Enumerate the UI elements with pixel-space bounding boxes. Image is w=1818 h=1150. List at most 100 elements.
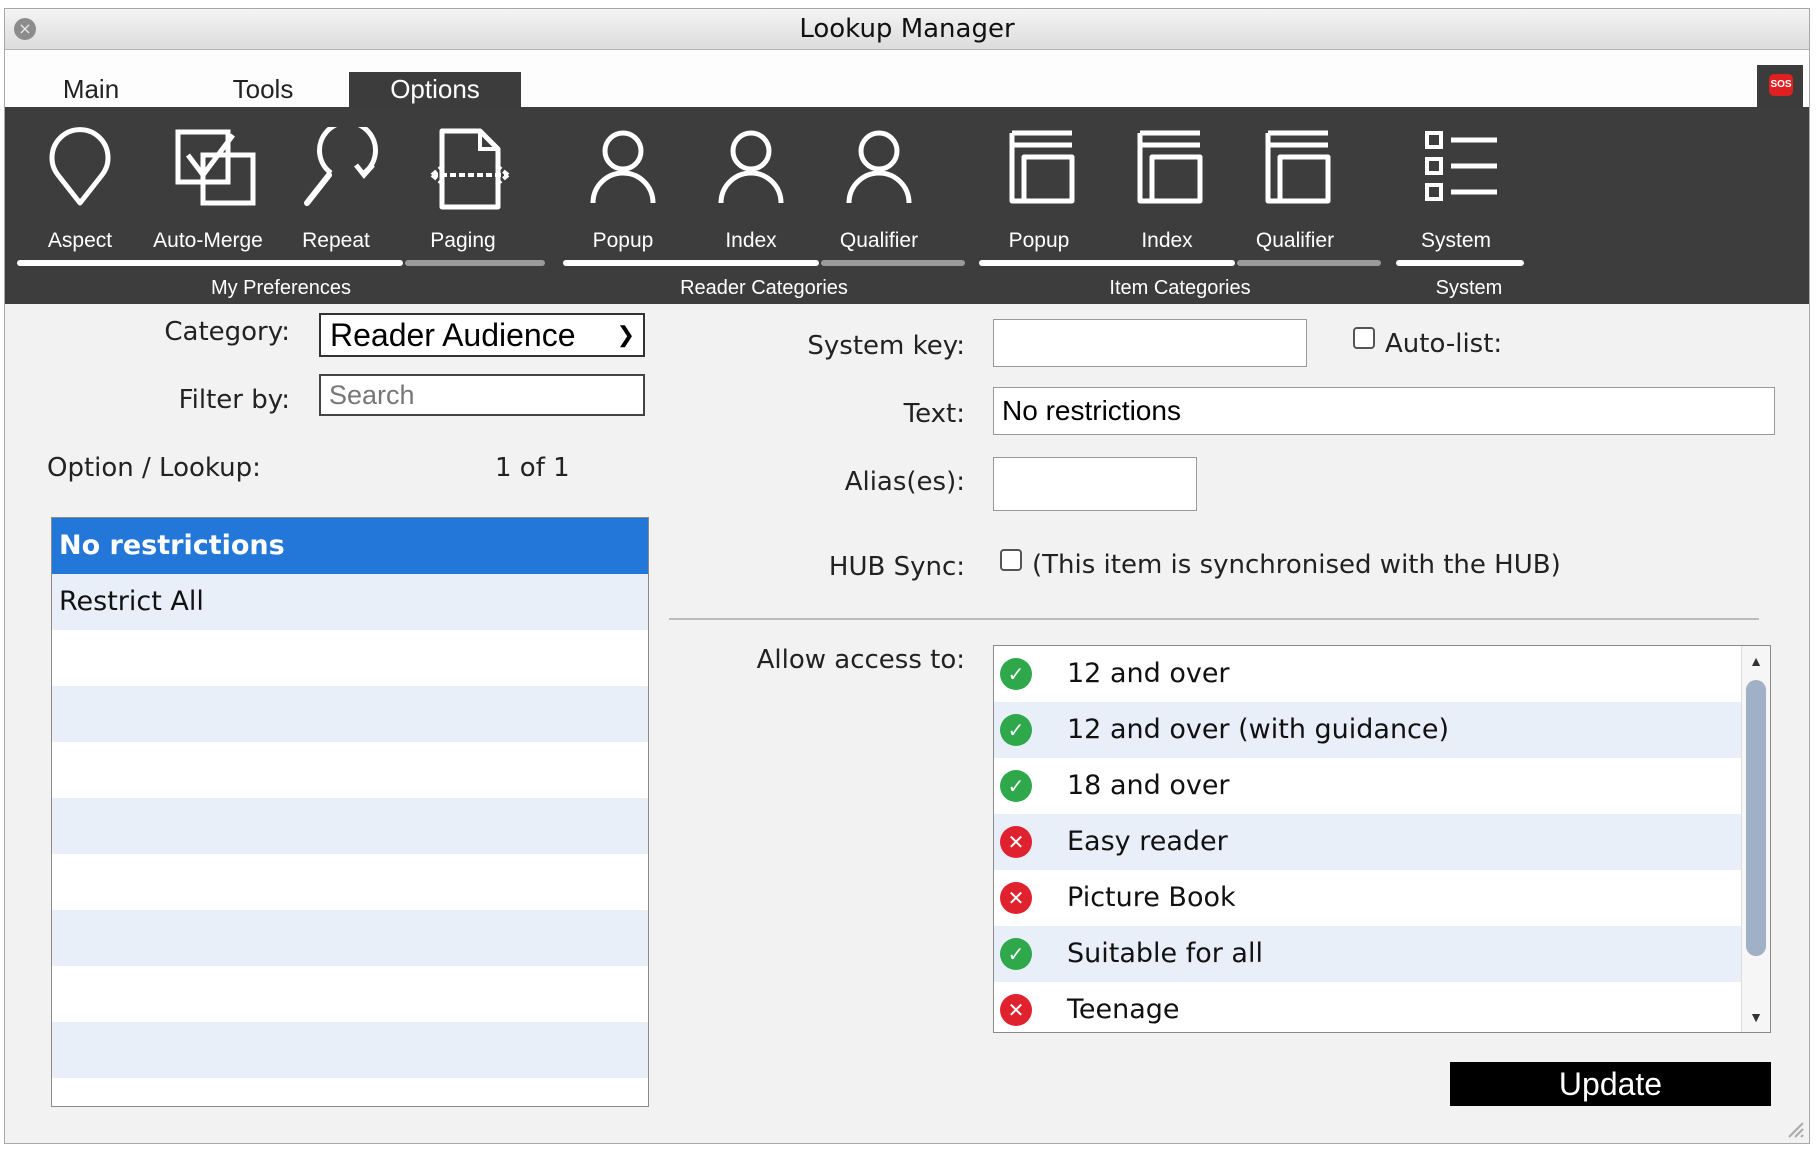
alias-label: Alias(es): (844, 467, 965, 497)
empty-list-row (52, 742, 648, 798)
sos-icon: SOS (1769, 74, 1793, 96)
reader-categories-group-divider (563, 260, 819, 266)
item-qualifier-divider (1237, 260, 1381, 266)
option-lookup-list[interactable]: No restrictions Restrict All (51, 517, 649, 1107)
reader-index-label: Index (725, 229, 777, 252)
allowed-check-icon[interactable]: ✓ (1000, 770, 1032, 802)
item-qualifier-label: Qualifier (1255, 229, 1335, 252)
system-label: System (1420, 229, 1491, 252)
search-input[interactable] (319, 374, 645, 416)
access-list-item[interactable]: ✕ Picture Book (994, 870, 1742, 926)
empty-list-row (52, 1022, 648, 1078)
item-index-label: Index (1141, 229, 1193, 252)
lookup-manager-window: × Lookup Manager Main Tools Options SOS … (4, 8, 1810, 1144)
reader-popup-label: Popup (592, 229, 654, 252)
group-system: System (1435, 277, 1503, 299)
options-ribbon: Aspect Auto-Merge Repeat Paging Popup In… (5, 107, 1809, 304)
scroll-up-arrow-icon[interactable]: ▲ (1742, 650, 1770, 672)
text-input[interactable] (993, 387, 1775, 435)
access-item-label: 12 and over (1067, 658, 1230, 689)
category-select-value: Reader Audience (330, 317, 576, 353)
access-item-label: 12 and over (with guidance) (1067, 714, 1450, 745)
resize-grip-icon[interactable] (1783, 1117, 1805, 1139)
alias-input[interactable] (993, 457, 1197, 511)
access-item-label: Suitable for all (1067, 938, 1263, 969)
empty-list-row (52, 1078, 648, 1106)
scroll-down-arrow-icon[interactable]: ▼ (1742, 1006, 1770, 1028)
empty-list-row (52, 910, 648, 966)
access-item-label: Easy reader (1067, 826, 1228, 857)
allow-access-list[interactable]: ✓ 12 and over ✓ 12 and over (with guidan… (993, 645, 1771, 1033)
option-lookup-label: Option / Lookup: (47, 453, 261, 483)
list-item-selected[interactable]: No restrictions (52, 518, 648, 574)
item-categories-group-divider (979, 260, 1235, 266)
system-key-input[interactable] (993, 319, 1307, 367)
reader-qualifier-divider (821, 260, 965, 266)
list-icon (1425, 131, 1497, 201)
item-box-icon (1137, 130, 1203, 204)
group-my-preferences: My Preferences (210, 277, 352, 299)
access-list-item[interactable]: ✕ Easy reader (994, 814, 1742, 870)
hub-sync-checkbox[interactable] (1000, 549, 1022, 571)
filter-label: Filter by: (178, 385, 290, 415)
access-item-label: Picture Book (1067, 882, 1236, 913)
allowed-check-icon[interactable]: ✓ (1000, 658, 1032, 690)
access-item-label: Teenage (1067, 994, 1180, 1025)
tab-main[interactable]: Main (5, 72, 177, 107)
sos-button[interactable]: SOS (1757, 65, 1803, 110)
repeat-search-icon (304, 127, 378, 206)
category-label: Category: (164, 317, 290, 347)
auto-merge-label: Auto-Merge (153, 229, 263, 252)
empty-list-row (52, 966, 648, 1022)
hub-sync-label: HUB Sync: (828, 552, 965, 582)
record-count: 1 of 1 (495, 453, 570, 483)
person-icon (718, 130, 784, 204)
access-list-item[interactable]: ✕ Teenage (994, 982, 1742, 1032)
tab-tools[interactable]: Tools (177, 72, 349, 107)
aspect-label: Aspect (47, 229, 113, 252)
access-list-item[interactable]: ✓ Suitable for all (994, 926, 1742, 982)
text-label: Text: (903, 399, 965, 429)
window-title: Lookup Manager (799, 14, 1015, 44)
allowed-check-icon[interactable]: ✓ (1000, 714, 1032, 746)
map-pin-icon (49, 127, 111, 206)
repeat-label: Repeat (302, 229, 370, 252)
reader-qualifier-label: Qualifier (839, 229, 919, 252)
system-key-label: System key: (807, 331, 965, 361)
category-select[interactable]: Reader Audience ❯ (319, 313, 645, 357)
update-button[interactable]: Update (1450, 1062, 1771, 1106)
merge-check-icon (175, 129, 256, 206)
access-list-item[interactable]: ✓ 18 and over (994, 758, 1742, 814)
item-popup-label: Popup (1008, 229, 1070, 252)
empty-list-row (52, 854, 648, 910)
group-reader-categories: Reader Categories (680, 277, 848, 299)
denied-x-icon[interactable]: ✕ (1000, 826, 1032, 858)
access-item-label: 18 and over (1067, 770, 1230, 801)
section-divider (669, 618, 1759, 620)
allowed-check-icon[interactable]: ✓ (1000, 938, 1032, 970)
person-icon (590, 130, 656, 204)
item-box-icon (1009, 130, 1075, 204)
access-list-scrollbar[interactable]: ▲ ▼ (1741, 646, 1770, 1032)
tab-options[interactable]: Options (349, 72, 521, 107)
hub-sync-description: (This item is synchronised with the HUB) (1032, 550, 1561, 580)
scrollbar-thumb[interactable] (1746, 680, 1766, 956)
person-icon (846, 130, 912, 204)
paging-label: Paging (430, 229, 496, 252)
title-bar: × Lookup Manager (5, 9, 1809, 50)
auto-list-checkbox[interactable] (1353, 327, 1375, 349)
item-box-icon (1265, 130, 1331, 204)
system-group-divider (1396, 260, 1524, 266)
denied-x-icon[interactable]: ✕ (1000, 882, 1032, 914)
my-preferences-group-divider (17, 260, 403, 266)
tab-bar: Main Tools Options SOS (5, 50, 1809, 110)
access-list-item[interactable]: ✓ 12 and over (994, 646, 1742, 702)
chevron-down-icon: ❯ (616, 322, 635, 347)
list-item[interactable]: Restrict All (52, 574, 648, 630)
allow-access-label: Allow access to: (756, 645, 965, 675)
empty-list-row (52, 630, 648, 686)
group-item-categories: Item Categories (1109, 277, 1251, 299)
paging-document-icon (430, 128, 510, 210)
access-list-item[interactable]: ✓ 12 and over (with guidance) (994, 702, 1742, 758)
denied-x-icon[interactable]: ✕ (1000, 994, 1032, 1026)
